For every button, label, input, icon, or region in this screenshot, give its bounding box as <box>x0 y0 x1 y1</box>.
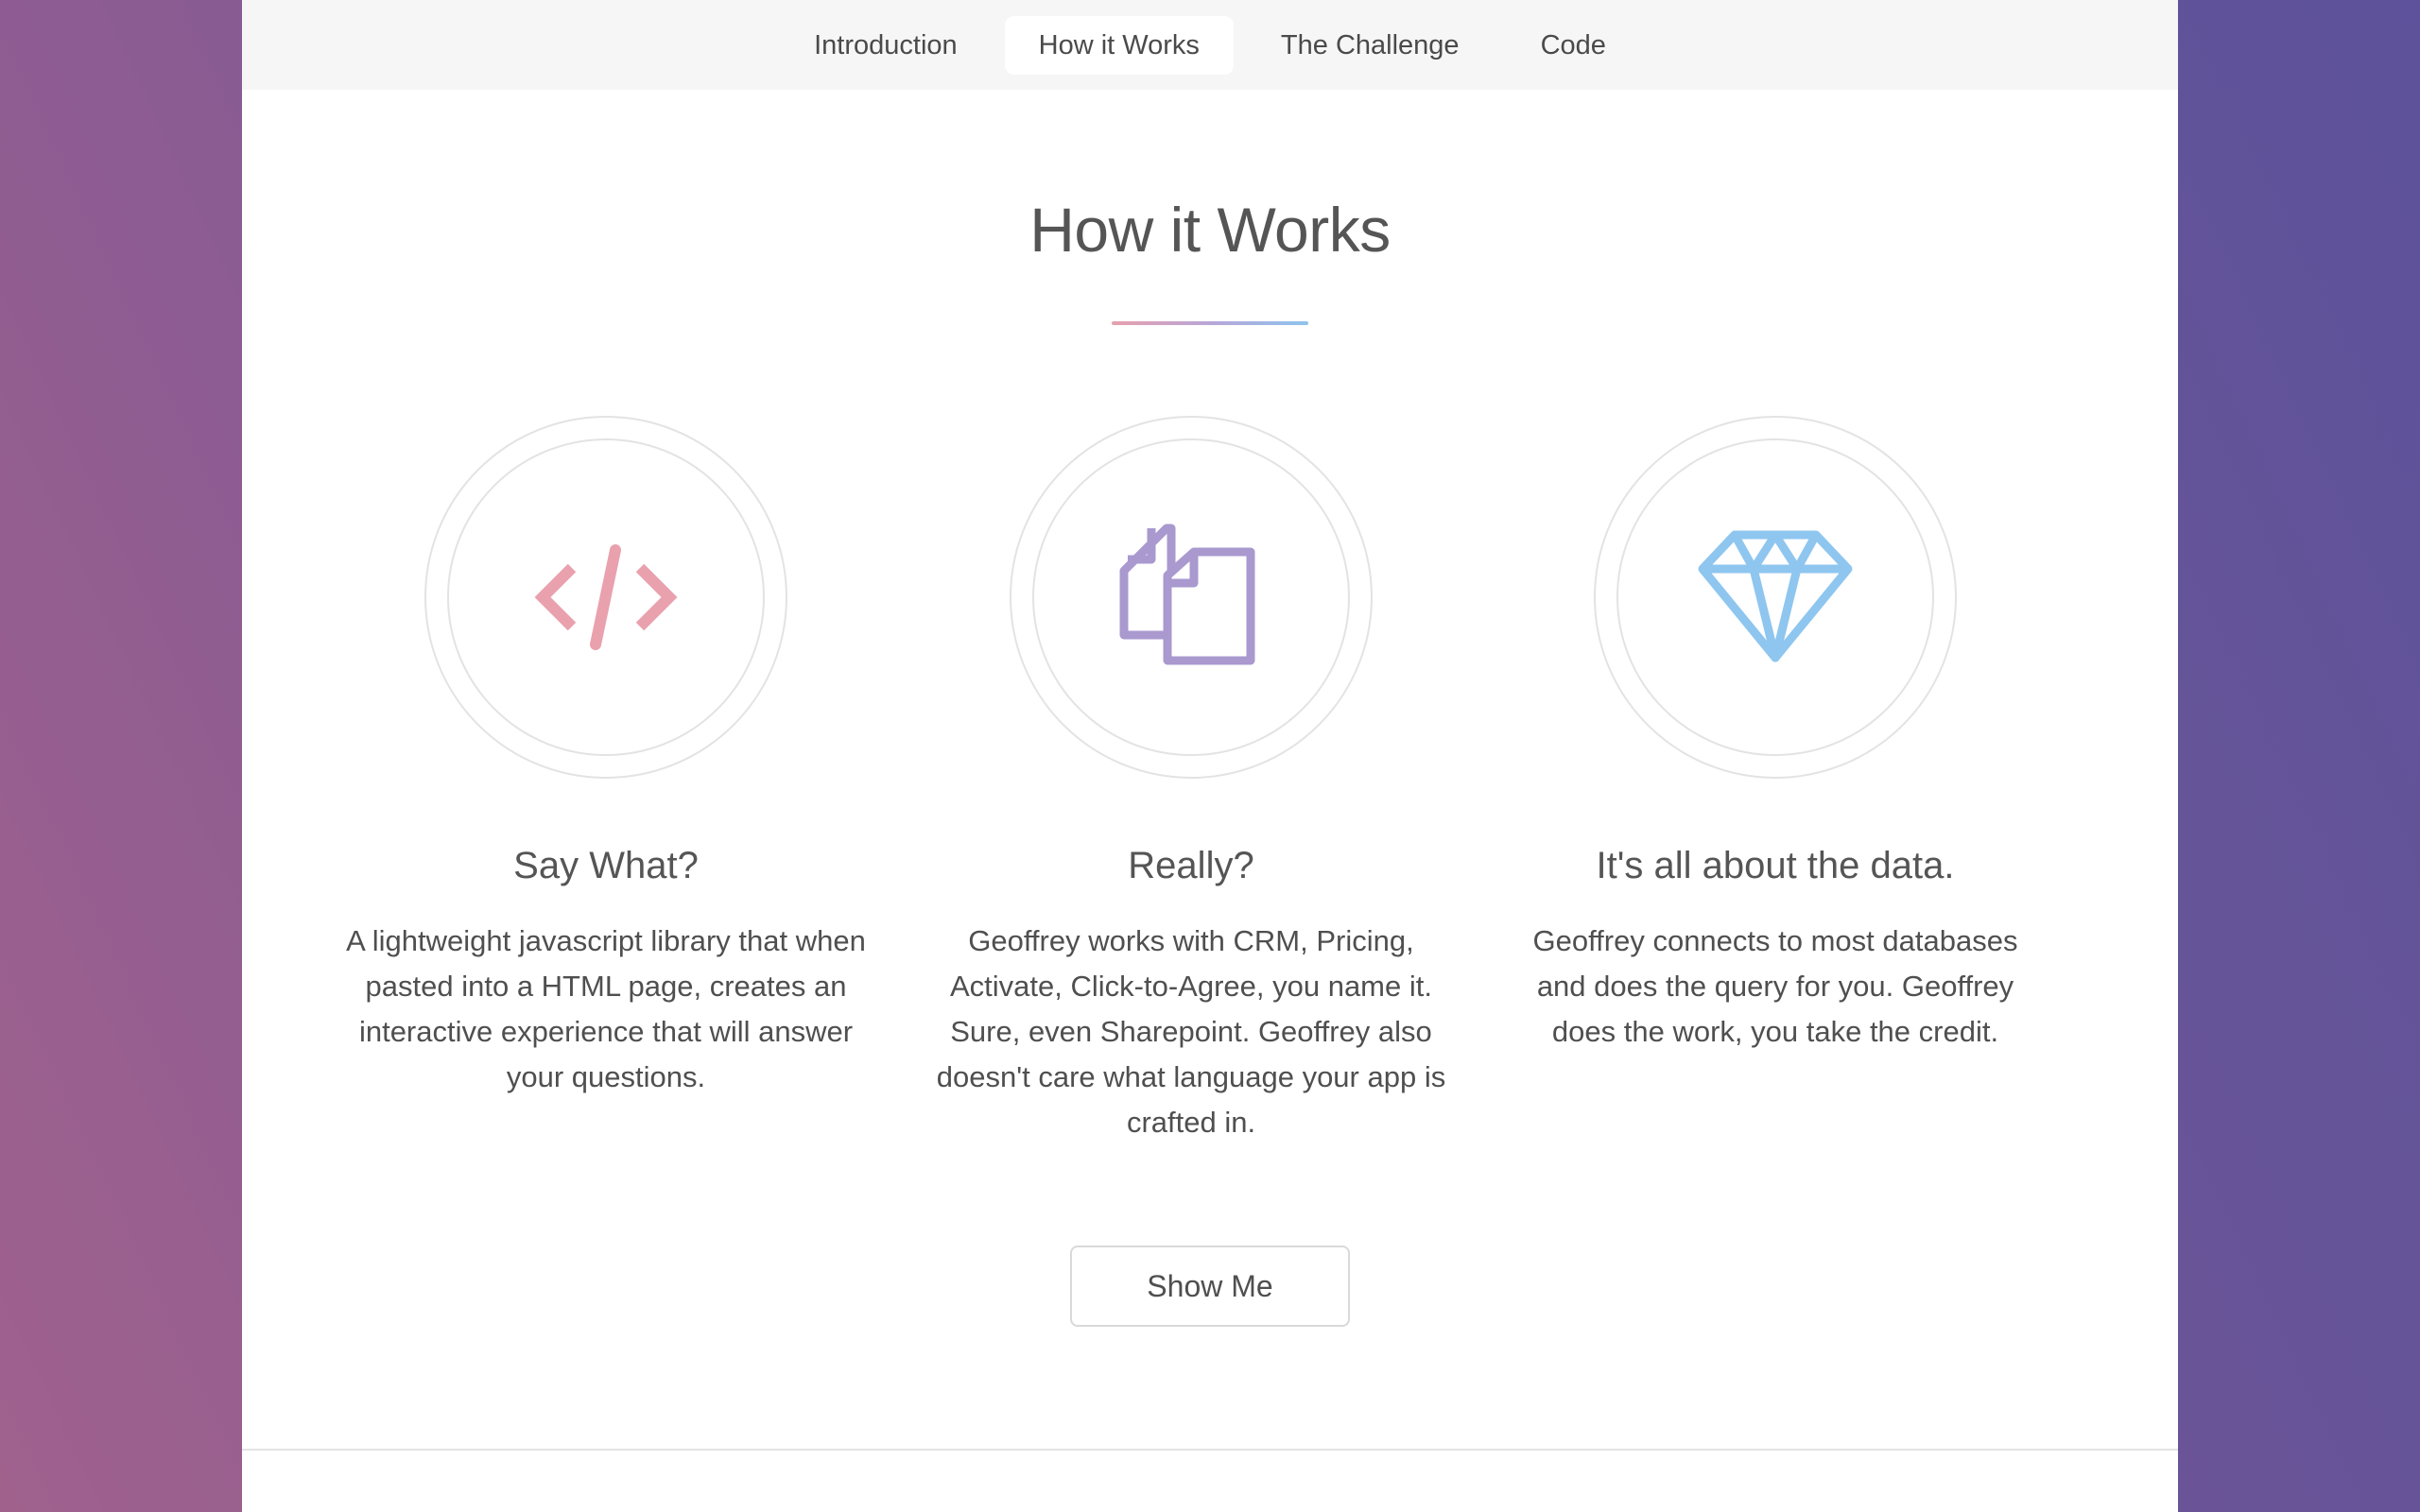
feature-say-what: Say What? A lightweight javascript libra… <box>341 416 871 1100</box>
nav-code[interactable]: Code <box>1507 16 1640 75</box>
icon-ring <box>1594 416 1957 779</box>
show-me-button[interactable]: Show Me <box>1070 1246 1350 1327</box>
nav-how-it-works[interactable]: How it Works <box>1004 15 1234 75</box>
section-title: How it Works <box>1029 195 1391 265</box>
code-icon <box>534 544 678 650</box>
feature-heading: It's all about the data. <box>1596 845 1955 886</box>
icon-ring <box>424 416 787 779</box>
nav-introduction[interactable]: Introduction <box>780 16 992 75</box>
feature-description: A lightweight javascript library that wh… <box>346 924 866 1093</box>
icon-ring <box>1010 416 1373 779</box>
feature-description: Geoffrey works with CRM, Pricing, Activa… <box>936 924 1446 1139</box>
feature-data: It's all about the data. Geoffrey connec… <box>1511 416 2040 1055</box>
title-underline <box>1112 321 1308 325</box>
diamond-icon <box>1698 530 1853 662</box>
content-panel: Introduction How it Works The Challenge … <box>242 0 2178 1512</box>
feature-heading: Say What? <box>513 845 699 886</box>
feature-really: Really? Geoffrey works with CRM, Pricing… <box>926 416 1456 1145</box>
feature-description: Geoffrey connects to most databases and … <box>1532 924 2018 1048</box>
nav-the-challenge[interactable]: The Challenge <box>1247 16 1494 75</box>
top-nav: Introduction How it Works The Challenge … <box>242 0 2178 90</box>
section-divider <box>242 1449 2178 1451</box>
documents-icon <box>1119 524 1255 665</box>
feature-heading: Really? <box>1128 845 1254 886</box>
